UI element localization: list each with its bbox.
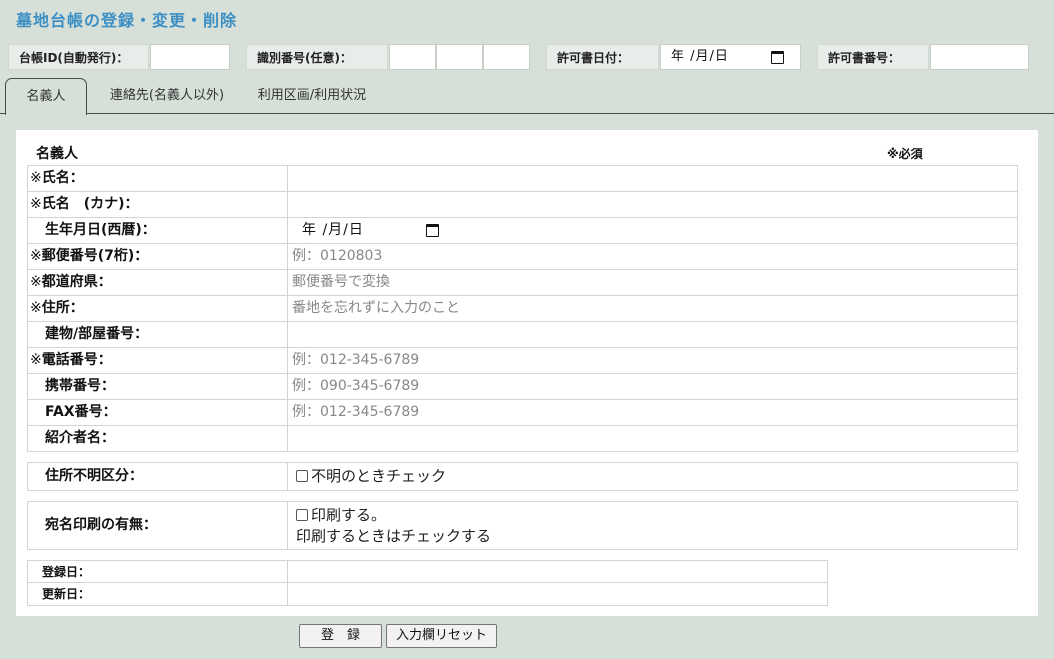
reset-button[interactable]: 入力欄リセット bbox=[386, 624, 497, 648]
ledger-id-label: 台帳ID(自動発行)： bbox=[8, 44, 149, 70]
holder-fields-table: ※氏名： ※氏名 (カナ)： 生年月日(西暦)： 年 /月/日 ※郵便番号(7桁… bbox=[27, 165, 1018, 452]
building-input[interactable] bbox=[292, 322, 1017, 347]
unknown-address-checkbox-label: 不明のときチェック bbox=[311, 467, 447, 485]
field-row-birthdate: 生年月日(西暦)： 年 /月/日 bbox=[27, 218, 1018, 244]
field-row-address: ※住所： 番地を忘れずに入力のこと bbox=[27, 296, 1018, 322]
field-label: ※郵便番号(7桁)： bbox=[28, 244, 288, 269]
ident-number-input-2[interactable] bbox=[436, 44, 483, 70]
address-input[interactable]: 番地を忘れずに入力のこと bbox=[292, 296, 1017, 321]
registered-date-label: 登録日： bbox=[28, 561, 288, 582]
updated-date-row: 更新日： bbox=[28, 583, 827, 605]
permit-date-value: 年 /月/日 bbox=[671, 49, 729, 64]
field-label: ※都道府県： bbox=[28, 270, 288, 295]
header-fields: 台帳ID(自動発行)： 識別番号(任意)： 許可書日付： 年 /月/日 許可書番… bbox=[0, 44, 1054, 70]
birthdate-value: 年 /月/日 bbox=[302, 222, 364, 238]
phone-input[interactable]: 例：012-345-6789 bbox=[292, 348, 1017, 373]
postal-code-input[interactable]: 例：0120803 bbox=[292, 244, 1017, 269]
updated-date-label: 更新日： bbox=[28, 583, 288, 605]
ident-number-input-1[interactable] bbox=[389, 44, 436, 70]
calendar-icon[interactable] bbox=[426, 224, 439, 237]
unknown-address-checkbox[interactable] bbox=[296, 470, 308, 482]
ledger-id-input[interactable] bbox=[150, 44, 230, 70]
print-label-label: 宛名印刷の有無： bbox=[28, 502, 288, 549]
field-label: ※電話番号： bbox=[28, 348, 288, 373]
print-label-checkbox[interactable] bbox=[296, 509, 308, 521]
print-label-checkbox-label: 印刷する。 bbox=[311, 506, 387, 524]
field-label: ※氏名 (カナ)： bbox=[28, 192, 288, 217]
prefecture-input[interactable]: 郵便番号で変換 bbox=[292, 270, 1017, 295]
field-label: 携帯番号： bbox=[28, 374, 288, 399]
page-title: 墓地台帳の登録・変更・削除 bbox=[16, 11, 238, 30]
tab-bar: 名義人 連絡先(名義人以外) 利用区画/利用状況 bbox=[0, 78, 1054, 115]
field-row-phone: ※電話番号： 例：012-345-6789 bbox=[27, 348, 1018, 374]
field-row-mobile: 携帯番号： 例：090-345-6789 bbox=[27, 374, 1018, 400]
print-label-row: 宛名印刷の有無： 印刷する。 印刷するときはチェックする bbox=[27, 501, 1018, 550]
referrer-input[interactable] bbox=[292, 426, 1017, 451]
fax-input[interactable]: 例：012-345-6789 bbox=[292, 400, 1017, 425]
field-label: ※氏名： bbox=[28, 166, 288, 191]
permit-number-label: 許可書番号： bbox=[817, 44, 929, 70]
field-label: FAX番号： bbox=[28, 400, 288, 425]
field-row-fax: FAX番号： 例：012-345-6789 bbox=[27, 400, 1018, 426]
unknown-address-label: 住所不明区分： bbox=[28, 463, 288, 490]
field-label: 建物/部屋番号： bbox=[28, 322, 288, 347]
ident-number-label: 識別番号(任意)： bbox=[246, 44, 388, 70]
print-label-hint: 印刷するときはチェックする bbox=[296, 527, 492, 545]
field-row-building: 建物/部屋番号： bbox=[27, 322, 1018, 348]
birthdate-input[interactable]: 年 /月/日 bbox=[292, 218, 1017, 243]
permit-date-input[interactable]: 年 /月/日 bbox=[660, 44, 801, 70]
field-label: 紹介者名： bbox=[28, 426, 288, 451]
required-note: ※必須 bbox=[887, 147, 923, 161]
unknown-address-row: 住所不明区分： 不明のときチェック bbox=[27, 462, 1018, 491]
permit-number-input[interactable] bbox=[930, 44, 1029, 70]
field-label: 生年月日(西暦)： bbox=[28, 218, 288, 243]
name-kana-input[interactable] bbox=[292, 192, 1017, 217]
permit-date-label: 許可書日付： bbox=[546, 44, 659, 70]
calendar-icon[interactable] bbox=[771, 51, 784, 64]
print-label-control[interactable]: 印刷する。 印刷するときはチェックする bbox=[296, 502, 1017, 549]
register-button[interactable]: 登 録 bbox=[299, 624, 382, 648]
field-row-postal-code: ※郵便番号(7桁)： 例：0120803 bbox=[27, 244, 1018, 270]
tab-plot-usage[interactable]: 利用区画/利用状況 bbox=[246, 78, 378, 114]
tab-contact[interactable]: 連絡先(名義人以外) bbox=[96, 78, 238, 114]
field-label: ※住所： bbox=[28, 296, 288, 321]
registered-date-row: 登録日： bbox=[28, 561, 827, 583]
mobile-input[interactable]: 例：090-345-6789 bbox=[292, 374, 1017, 399]
unknown-address-control[interactable]: 不明のときチェック bbox=[296, 463, 1017, 490]
section-title: 名義人 bbox=[36, 146, 78, 162]
field-row-name-kana: ※氏名 (カナ)： bbox=[27, 192, 1018, 218]
field-row-referrer: 紹介者名： bbox=[27, 426, 1018, 452]
field-row-prefecture: ※都道府県： 郵便番号で変換 bbox=[27, 270, 1018, 296]
field-row-name: ※氏名： bbox=[27, 166, 1018, 192]
record-dates-table: 登録日： 更新日： bbox=[27, 560, 828, 606]
ident-number-input-3[interactable] bbox=[483, 44, 530, 70]
name-input[interactable] bbox=[292, 166, 1017, 191]
tab-holder[interactable]: 名義人 bbox=[5, 78, 87, 115]
